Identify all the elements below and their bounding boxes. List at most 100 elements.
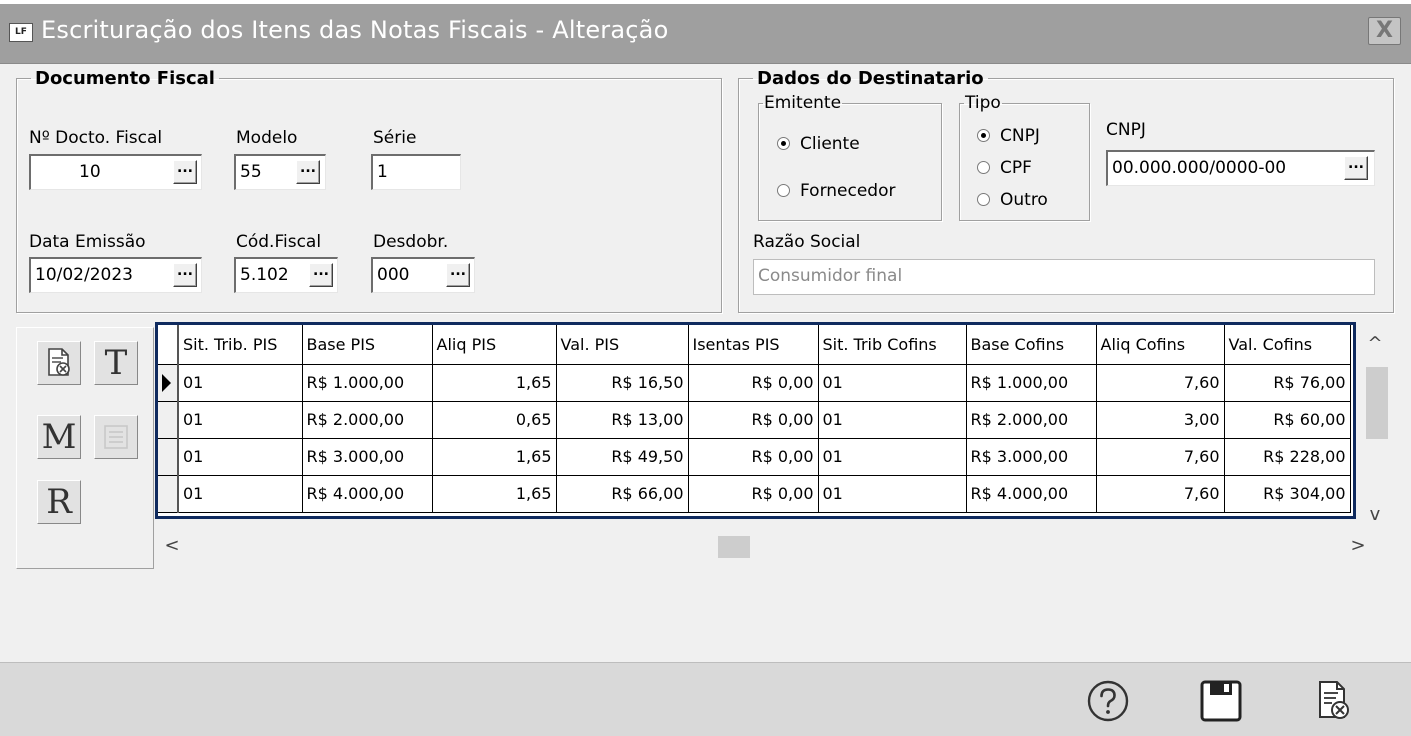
current-row-arrow-icon (162, 374, 171, 393)
data-emissao-calendar-button[interactable]: ... (173, 263, 197, 287)
razao-social-field[interactable]: Consumidor final (753, 259, 1375, 295)
row-indicator[interactable] (158, 364, 179, 402)
cell[interactable]: 1,65 (432, 475, 557, 513)
cell[interactable]: 01 (818, 438, 967, 476)
desdobr-label: Desdobr. (373, 232, 449, 252)
table-row[interactable]: 01 R$ 4.000,00 1,65 R$ 66,00 R$ 0,00 01 … (158, 475, 1351, 513)
row-indicator[interactable] (158, 475, 179, 513)
radio-outro[interactable]: Outro (977, 190, 1048, 210)
help-button[interactable] (1084, 677, 1132, 725)
cell[interactable]: R$ 16,50 (556, 364, 689, 402)
cell[interactable]: R$ 4.000,00 (966, 475, 1097, 513)
desdobr-field[interactable]: 000 ... (371, 257, 475, 293)
cell[interactable]: R$ 2.000,00 (966, 401, 1097, 439)
numero-docto-field[interactable]: 10 ... (29, 154, 202, 190)
scroll-left-button[interactable]: < (157, 530, 187, 562)
modelo-field[interactable]: 55 ... (234, 154, 326, 190)
radio-cnpj[interactable]: CNPJ (977, 126, 1040, 146)
cell[interactable]: R$ 1.000,00 (302, 364, 433, 402)
table-row[interactable]: 01 R$ 3.000,00 1,65 R$ 49,50 R$ 0,00 01 … (158, 438, 1351, 476)
cell[interactable]: 1,65 (432, 364, 557, 402)
horizontal-scrollbar[interactable]: < > (155, 530, 1391, 562)
radio-cpf-label: CPF (1000, 158, 1032, 178)
cell[interactable]: R$ 3.000,00 (966, 438, 1097, 476)
table-row[interactable]: 01 R$ 2.000,00 0,65 R$ 13,00 R$ 0,00 01 … (158, 401, 1351, 439)
vertical-scroll-thumb[interactable] (1366, 367, 1388, 439)
table-row[interactable]: 01 R$ 1.000,00 1,65 R$ 16,50 R$ 0,00 01 … (158, 364, 1351, 402)
cell[interactable]: 7,60 (1096, 438, 1225, 476)
col-header[interactable]: Base Cofins (966, 325, 1097, 365)
cell[interactable]: R$ 228,00 (1224, 438, 1351, 476)
cell[interactable]: R$ 66,00 (556, 475, 689, 513)
cell[interactable]: R$ 0,00 (688, 438, 819, 476)
radio-cliente-label: Cliente (800, 134, 860, 154)
list-button[interactable] (94, 415, 138, 459)
cell[interactable]: R$ 13,00 (556, 401, 689, 439)
col-header[interactable]: Isentas PIS (688, 325, 819, 365)
cell[interactable]: R$ 1.000,00 (966, 364, 1097, 402)
window-title: Escrituração dos Itens das Notas Fiscais… (41, 16, 669, 44)
cell[interactable]: 7,60 (1096, 364, 1225, 402)
cell[interactable]: R$ 4.000,00 (302, 475, 433, 513)
cell[interactable]: 01 (178, 475, 303, 513)
vertical-scrollbar[interactable]: ^ v (1359, 327, 1391, 530)
cell[interactable]: R$ 49,50 (556, 438, 689, 476)
radio-fornecedor[interactable]: Fornecedor (777, 181, 895, 201)
cell[interactable]: 01 (178, 364, 303, 402)
items-grid[interactable]: Sit. Trib. PIS Base PIS Aliq PIS Val. PI… (155, 322, 1356, 519)
cell[interactable]: 01 (178, 438, 303, 476)
scroll-down-button[interactable]: v (1359, 500, 1391, 530)
save-button[interactable] (1197, 677, 1245, 725)
cell[interactable]: R$ 76,00 (1224, 364, 1351, 402)
cell[interactable]: 1,65 (432, 438, 557, 476)
close-button[interactable]: X (1368, 17, 1401, 45)
serie-field[interactable]: 1 (371, 154, 461, 190)
col-header[interactable]: Val. Cofins (1224, 325, 1351, 365)
cod-fiscal-lookup-button[interactable]: ... (309, 263, 333, 287)
radio-cpf[interactable]: CPF (977, 158, 1032, 178)
m-button[interactable]: M (37, 415, 81, 459)
cell[interactable]: R$ 3.000,00 (302, 438, 433, 476)
col-header[interactable]: Val. PIS (556, 325, 689, 365)
cnpj-lookup-button[interactable]: ... (1344, 156, 1368, 180)
cell[interactable]: 7,60 (1096, 475, 1225, 513)
cell[interactable]: 01 (818, 401, 967, 439)
cell[interactable]: 01 (178, 401, 303, 439)
col-header[interactable]: Sit. Trib Cofins (818, 325, 967, 365)
cell[interactable]: R$ 0,00 (688, 475, 819, 513)
col-header[interactable]: Base PIS (302, 325, 433, 365)
radio-fornecedor-indicator (777, 184, 790, 197)
cell[interactable]: R$ 2.000,00 (302, 401, 433, 439)
cell[interactable]: 01 (818, 364, 967, 402)
cod-fiscal-field[interactable]: 5.102 ... (234, 257, 338, 293)
cell[interactable]: 01 (818, 475, 967, 513)
col-header[interactable]: Aliq PIS (432, 325, 557, 365)
horizontal-scroll-thumb[interactable] (718, 536, 750, 558)
scroll-up-button[interactable]: ^ (1359, 329, 1391, 359)
cell[interactable]: 0,65 (432, 401, 557, 439)
numero-docto-lookup-button[interactable]: ... (173, 160, 197, 184)
cnpj-value: 00.000.000/0000-00 (1112, 158, 1287, 178)
cell[interactable]: 3,00 (1096, 401, 1225, 439)
serie-label: Série (373, 128, 417, 148)
data-emissao-field[interactable]: 10/02/2023 ... (29, 257, 202, 293)
row-indicator[interactable] (158, 401, 179, 439)
row-indicator[interactable] (158, 438, 179, 476)
desdobr-lookup-button[interactable]: ... (446, 263, 470, 287)
cancel-button[interactable] (1310, 677, 1358, 725)
scroll-right-button[interactable]: > (1343, 530, 1373, 562)
col-header[interactable]: Sit. Trib. PIS (178, 325, 303, 365)
cancel-item-button[interactable] (37, 341, 81, 385)
t-button[interactable]: T (94, 341, 138, 385)
modelo-lookup-button[interactable]: ... (296, 160, 320, 184)
help-icon (1087, 680, 1129, 722)
cell[interactable]: R$ 304,00 (1224, 475, 1351, 513)
radio-cliente[interactable]: Cliente (777, 134, 860, 154)
cell[interactable]: R$ 60,00 (1224, 401, 1351, 439)
r-button[interactable]: R (37, 480, 81, 524)
col-header[interactable]: Aliq Cofins (1096, 325, 1225, 365)
cell[interactable]: R$ 0,00 (688, 364, 819, 402)
grid-header-row: Sit. Trib. PIS Base PIS Aliq PIS Val. PI… (158, 325, 1351, 365)
cnpj-field[interactable]: 00.000.000/0000-00 ... (1106, 150, 1375, 186)
cell[interactable]: R$ 0,00 (688, 401, 819, 439)
